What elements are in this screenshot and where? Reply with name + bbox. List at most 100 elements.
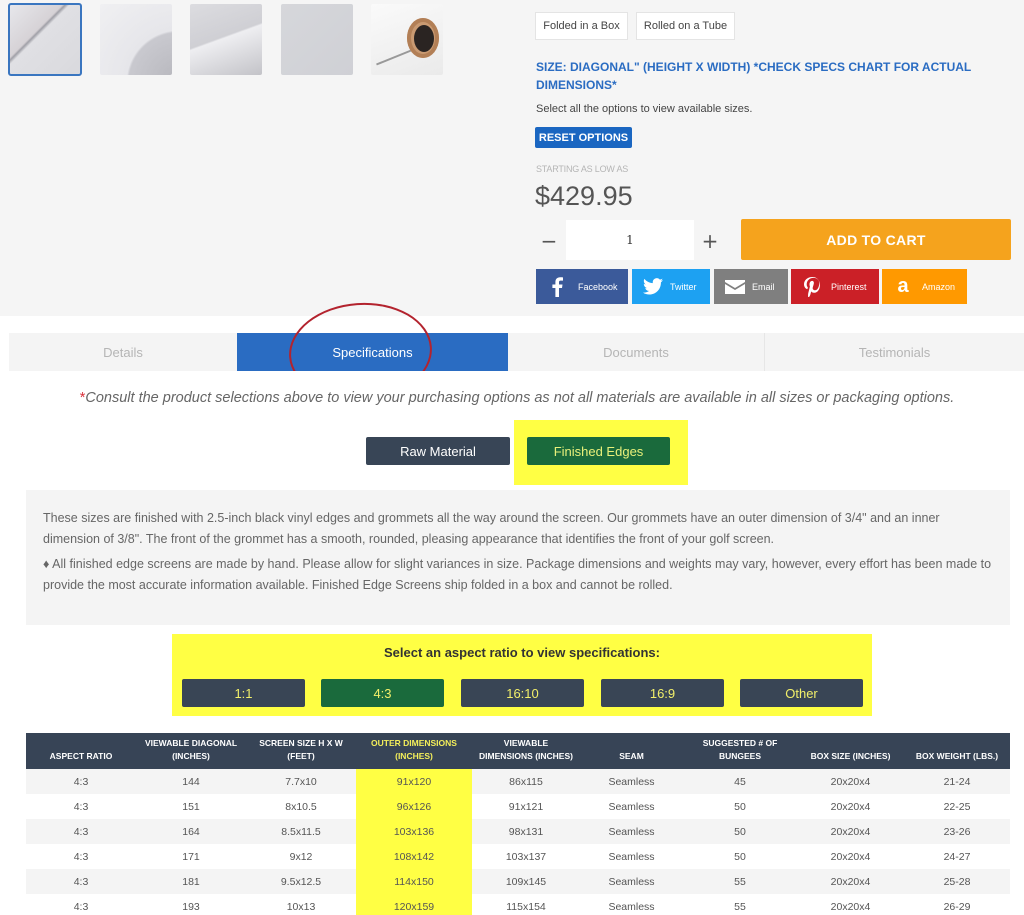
header-viewable-dimensions: VIEWABLE DIMENSIONS (INCHES) <box>472 733 580 769</box>
share-label: Facebook <box>578 281 618 292</box>
cell-viewable-dimensions: 86x115 <box>472 769 580 794</box>
tab-specifications[interactable]: Specifications <box>237 333 508 371</box>
cell-bungees: 45 <box>683 769 797 794</box>
reset-options-button[interactable]: RESET OPTIONS <box>535 127 632 148</box>
cell-screen-size: 9.5x12.5 <box>246 869 356 894</box>
cell-outer-dimensions: 114x150 <box>356 869 472 894</box>
cell-screen-size: 7.7x10 <box>246 769 356 794</box>
cell-viewable-diagonal: 151 <box>136 794 246 819</box>
table-row: 4:3 171 9x12 108x142 103x137 Seamless 50 20x20x… <box>26 844 1010 869</box>
header-box-weight: BOX WEIGHT (LBS.) <box>904 733 1010 769</box>
cell-aspect-ratio: 4:3 <box>26 844 136 869</box>
screen-fold-image <box>9 4 81 75</box>
share-email-button[interactable]: Email <box>714 269 788 304</box>
cell-box-weight: 24-27 <box>904 844 1010 869</box>
cell-screen-size: 9x12 <box>246 844 356 869</box>
cell-viewable-dimensions: 98x131 <box>472 819 580 844</box>
header-seam: SEAM <box>580 733 683 769</box>
share-pinterest-button[interactable]: Pinterest <box>791 269 879 304</box>
cell-box-size: 20x20x4 <box>797 769 904 794</box>
header-viewable-diagonal: VIEWABLE DIAGONAL (INCHES) <box>136 733 246 769</box>
cell-bungees: 50 <box>683 819 797 844</box>
share-facebook-button[interactable]: Facebook <box>536 269 628 304</box>
pinterest-icon <box>799 276 825 297</box>
add-to-cart-button[interactable]: ADD TO CART <box>741 219 1011 260</box>
quantity-input[interactable] <box>566 220 694 260</box>
spec-table: ASPECT RATIO VIEWABLE DIAGONAL (INCHES) … <box>26 733 1010 915</box>
cell-box-size: 20x20x4 <box>797 844 904 869</box>
tab-details[interactable]: Details <box>9 333 237 371</box>
aspect-ratio-title: Select an aspect ratio to view specifica… <box>384 645 660 660</box>
cell-viewable-diagonal: 171 <box>136 844 246 869</box>
consult-text: Consult the product selections above to … <box>85 390 955 406</box>
screen-curl-image <box>100 4 172 75</box>
cell-box-size: 20x20x4 <box>797 819 904 844</box>
table-row: 4:3 181 9.5x12.5 114x150 109x145 Seamless 55 20… <box>26 869 1010 894</box>
cell-seam: Seamless <box>580 794 683 819</box>
size-heading: SIZE: DIAGONAL" (HEIGHT X WIDTH) *CHECK … <box>536 60 972 92</box>
description-paragraph: ♦ All finished edge screens are made by … <box>43 557 992 592</box>
packaging-option-tube[interactable]: Rolled on a Tube <box>636 12 735 40</box>
price: $429.95 <box>535 181 633 211</box>
share-label: Email <box>752 281 775 292</box>
cell-box-weight: 21-24 <box>904 769 1010 794</box>
cell-bungees: 55 <box>683 869 797 894</box>
cell-seam: Seamless <box>580 819 683 844</box>
aspect-ratio-16-9-button[interactable]: 16:9 <box>601 679 724 707</box>
cell-viewable-diagonal: 164 <box>136 819 246 844</box>
aspect-ratio-4-3-button[interactable]: 4:3 <box>321 679 444 707</box>
packaging-option-box[interactable]: Folded in a Box <box>535 12 628 40</box>
table-row: 4:3 144 7.7x10 91x120 86x115 Seamless 45 20x20x… <box>26 769 1010 794</box>
cell-viewable-diagonal: 193 <box>136 894 246 915</box>
twitter-icon <box>640 278 666 295</box>
gallery-thumbnail[interactable] <box>8 3 82 76</box>
cell-bungees: 50 <box>683 844 797 869</box>
aspect-ratio-other-button[interactable]: Other <box>740 679 863 707</box>
cell-outer-dimensions: 108x142 <box>356 844 472 869</box>
gallery-thumbnail[interactable] <box>371 4 443 75</box>
finished-edges-description: These sizes are finished with 2.5-inch b… <box>26 490 1010 625</box>
aspect-ratio-1-1-button[interactable]: 1:1 <box>182 679 305 707</box>
cell-outer-dimensions: 96x126 <box>356 794 472 819</box>
cell-seam: Seamless <box>580 769 683 794</box>
gallery-thumbnail[interactable] <box>190 4 262 75</box>
gallery-thumbnail[interactable] <box>281 4 353 75</box>
aspect-ratio-16-10-button[interactable]: 16:10 <box>461 679 584 707</box>
product-tabs: Details Specifications Documents Testimo… <box>9 333 1024 371</box>
cell-box-size: 20x20x4 <box>797 894 904 915</box>
cell-aspect-ratio: 4:3 <box>26 894 136 915</box>
finished-edges-button[interactable]: Finished Edges <box>527 437 670 465</box>
description-paragraph: These sizes are finished with 2.5-inch b… <box>43 511 940 546</box>
tab-documents[interactable]: Documents <box>508 333 764 371</box>
share-label: Twitter <box>670 281 697 292</box>
cell-viewable-diagonal: 144 <box>136 769 246 794</box>
cell-seam: Seamless <box>580 844 683 869</box>
share-amazon-button[interactable]: a Amazon <box>882 269 967 304</box>
product-summary: Folded in a Box Rolled on a Tube SIZE: D… <box>0 0 1024 316</box>
quantity-increment-button[interactable]: + <box>696 222 724 260</box>
cell-outer-dimensions: 103x136 <box>356 819 472 844</box>
cell-aspect-ratio: 4:3 <box>26 819 136 844</box>
email-icon <box>722 279 748 294</box>
table-row: 4:3 151 8x10.5 96x126 91x121 Seamless 50 20x20x… <box>26 794 1010 819</box>
raw-material-button[interactable]: Raw Material <box>366 437 510 465</box>
table-row: 4:3 193 10x13 120x159 115x154 Seamless 55 20x20… <box>26 894 1010 915</box>
quantity-decrement-button[interactable]: − <box>535 222 563 260</box>
cell-viewable-dimensions: 109x145 <box>472 869 580 894</box>
screen-fold-image <box>190 4 262 75</box>
share-twitter-button[interactable]: Twitter <box>632 269 710 304</box>
cell-screen-size: 10x13 <box>246 894 356 915</box>
gallery-thumbnail[interactable] <box>100 4 172 75</box>
aspect-ratio-selector: Select an aspect ratio to view specifica… <box>172 634 872 716</box>
cell-bungees: 55 <box>683 894 797 915</box>
consult-note: *Consult the product selections above to… <box>0 390 1024 406</box>
cell-aspect-ratio: 4:3 <box>26 769 136 794</box>
cell-screen-size: 8x10.5 <box>246 794 356 819</box>
tab-testimonials[interactable]: Testimonials <box>764 333 1024 371</box>
cell-viewable-dimensions: 115x154 <box>472 894 580 915</box>
share-label: Amazon <box>922 281 956 292</box>
cell-box-weight: 23-26 <box>904 819 1010 844</box>
cell-box-weight: 22-25 <box>904 794 1010 819</box>
screen-roll-image <box>371 4 443 75</box>
cell-bungees: 50 <box>683 794 797 819</box>
